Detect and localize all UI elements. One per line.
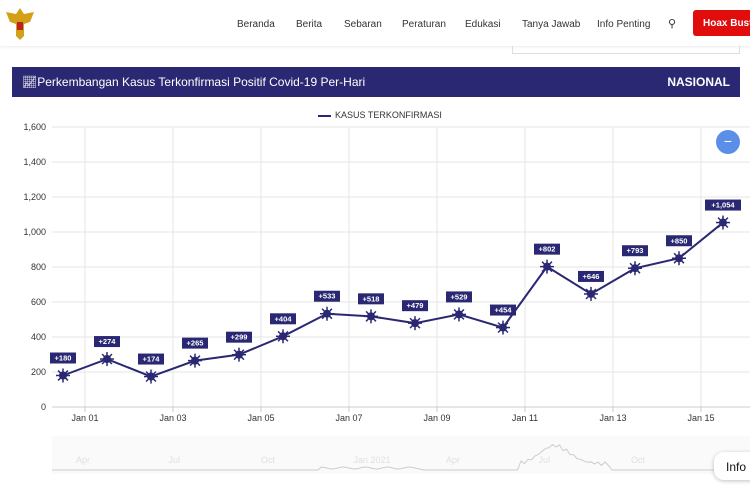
data-label: +802: [539, 245, 556, 254]
data-label: +793: [627, 246, 644, 255]
virus-icon: [147, 372, 155, 381]
data-point: [320, 306, 334, 321]
x-tick-label: Jan 05: [247, 413, 274, 423]
virus-icon: [587, 289, 595, 298]
data-point: [364, 309, 378, 324]
navigator-label: Oct: [631, 455, 646, 465]
data-point: [496, 320, 510, 335]
virus-icon: [411, 319, 419, 328]
data-point: [540, 259, 554, 274]
virus-icon: [631, 264, 639, 273]
virus-icon: [455, 310, 463, 319]
data-label: +479: [407, 301, 424, 310]
virus-icon: [279, 332, 287, 341]
data-point: [100, 352, 114, 367]
virus-icon: [499, 323, 507, 332]
data-label: +180: [55, 354, 72, 363]
data-point: [188, 353, 202, 368]
virus-icon: [235, 350, 243, 359]
info-button[interactable]: Info: [714, 452, 750, 480]
x-tick-label: Jan 15: [687, 413, 714, 423]
data-point: [232, 347, 246, 362]
data-label: +533: [319, 292, 336, 301]
data-point: [672, 251, 686, 266]
data-point: [276, 329, 290, 344]
virus-icon: [59, 371, 67, 380]
data-point: [628, 261, 642, 276]
virus-icon: [543, 262, 551, 271]
virus-icon: [191, 356, 199, 365]
data-label: +454: [495, 306, 513, 315]
data-point: [56, 368, 70, 383]
data-label: +1,054: [711, 201, 735, 210]
y-tick-label: 800: [31, 262, 46, 272]
data-label: +529: [451, 292, 468, 301]
data-point: [584, 286, 598, 301]
data-label: +174: [143, 355, 161, 364]
y-tick-label: 400: [31, 332, 46, 342]
data-label: +404: [275, 314, 293, 323]
data-point: [144, 369, 158, 384]
x-tick-label: Jan 07: [335, 413, 362, 423]
data-label: +850: [671, 236, 688, 245]
data-label: +274: [99, 337, 117, 346]
data-label: +646: [583, 272, 600, 281]
x-tick-label: Jan 01: [71, 413, 98, 423]
y-tick-label: 1,200: [23, 192, 46, 202]
navigator-label: Jan 2021: [353, 455, 391, 465]
y-tick-label: 200: [31, 367, 46, 377]
navigator-label: Oct: [261, 455, 276, 465]
data-label: +299: [231, 333, 248, 342]
data-label: +518: [363, 294, 380, 303]
data-point: [408, 316, 422, 331]
zoom-out-button[interactable]: −: [716, 130, 740, 154]
data-label: +265: [187, 339, 204, 348]
virus-icon: [367, 312, 375, 321]
x-tick-label: Jan 09: [423, 413, 450, 423]
y-tick-label: 0: [41, 402, 46, 412]
virus-icon: [675, 254, 683, 263]
data-point: [716, 215, 730, 230]
navigator-label: Apr: [446, 455, 461, 465]
y-tick-label: 1,600: [23, 122, 46, 132]
y-tick-label: 1,400: [23, 157, 46, 167]
navigator-label: Jul: [538, 455, 551, 465]
virus-icon: [103, 355, 111, 364]
x-tick-label: Jan 11: [512, 413, 538, 423]
y-tick-label: 600: [31, 297, 46, 307]
line-chart: 0 200 400 600 800 1,000 1,200 1,400 1,600 Jan 01 J…: [23, 122, 750, 474]
y-tick-label: 1,000: [23, 227, 46, 237]
navigator-label: Jul: [168, 455, 181, 465]
x-tick-label: Jan 13: [599, 413, 626, 423]
virus-icon: [323, 309, 331, 318]
navigator-label: Apr: [76, 455, 91, 465]
data-point: [452, 307, 466, 322]
virus-icon: [719, 218, 727, 227]
x-tick-label: Jan 03: [159, 413, 186, 423]
